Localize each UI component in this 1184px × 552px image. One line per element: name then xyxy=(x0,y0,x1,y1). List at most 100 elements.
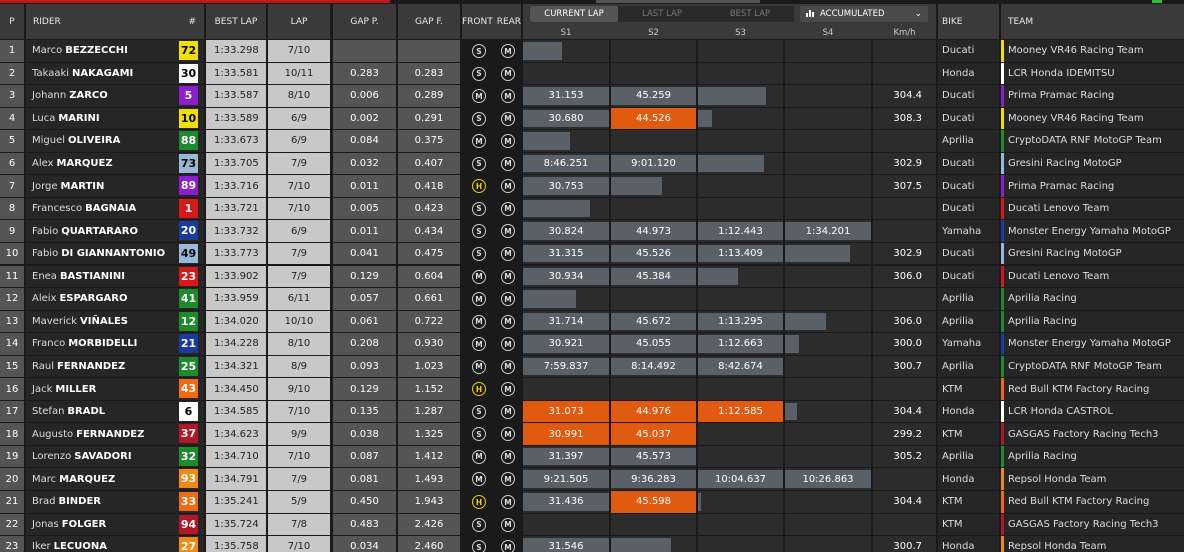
front-tyre-icon: M xyxy=(472,89,486,104)
header-gap-f[interactable]: GAP F. xyxy=(398,4,460,39)
rider-name[interactable]: Augusto FERNANDEZ xyxy=(26,423,204,445)
header-s1[interactable]: S1 xyxy=(523,27,609,39)
sector-s3: 10:04.637 xyxy=(698,468,783,490)
table-row[interactable]: 2TakaakiNAKAGAMIP301:33.58110/110.2830.2… xyxy=(0,62,1184,86)
table-row[interactable]: 18 Augusto FERNANDEZ 37 1:34.623 9/9 0.038 1.32… xyxy=(0,423,1184,446)
rider-name[interactable]: Alex MARQUEZ xyxy=(26,152,204,175)
rider-number: 89 xyxy=(179,176,198,196)
table-row[interactable]: 1 Marco BEZZECCHI 72 1:33.298 7/10 S M Ducati Moo… xyxy=(0,40,1184,63)
table-row[interactable]: 22JonasFOLGERP94 1:35.7247/80.4832.426 SM K… xyxy=(0,513,1184,537)
rider-name[interactable]: Raul FERNANDEZ xyxy=(26,355,204,378)
rider-name[interactable]: Fabio DI GIANNANTONIO xyxy=(26,242,204,265)
sector-s1-time: 30.934 xyxy=(548,270,584,282)
rider-name[interactable]: Brad BINDER xyxy=(26,491,204,513)
table-row[interactable]: 13 Maverick VIÑALES 12 1:34.020 10/10 0.061 0.7… xyxy=(0,310,1184,334)
team-name: Ducati Lenovo Team xyxy=(1008,270,1110,282)
rider-name[interactable]: Lorenzo SAVADORI xyxy=(26,445,204,468)
sector-s4 xyxy=(785,152,871,175)
gap-first: 1.152 xyxy=(398,378,460,400)
table-row[interactable]: 21 Brad BINDER 33 1:35.241 5/9 0.450 1.943 H M 31.… xyxy=(0,491,1184,514)
sector-progress-bar xyxy=(611,177,662,195)
table-row[interactable]: 10 Fabio DI GIANNANTONIO 49 1:33.773 7/9 0.041… xyxy=(0,242,1184,266)
rider-name[interactable]: Franco MORBIDELLI xyxy=(26,333,204,355)
table-row[interactable]: 7 Jorge MARTIN 89 1:33.716 7/10 0.011 0.418 H M 30… xyxy=(0,175,1184,198)
table-row[interactable]: 15 Raul FERNANDEZ 25 1:34.321 8/9 0.093 1.023 M M… xyxy=(0,355,1184,379)
rider-name[interactable]: JackMILLERP xyxy=(26,378,204,400)
sector-s3: 1:13.409 xyxy=(698,242,783,265)
team-name: Ducati Lenovo Team xyxy=(1008,203,1110,215)
header-s3[interactable]: S3 xyxy=(698,27,783,39)
header-kmh[interactable]: Km/h xyxy=(873,27,936,39)
accumulated-select[interactable]: ACCUMULATED ⌄ xyxy=(800,6,928,22)
table-row[interactable]: 23 Iker LECUONA 27 1:35.758 7/10 0.034 2.460 S M 3… xyxy=(0,536,1184,552)
rider-name[interactable]: Johann ZARCO xyxy=(26,85,204,107)
position: 21 xyxy=(0,491,24,513)
rider-name[interactable]: Stefan BRADL xyxy=(26,400,204,423)
rear-tyre-icon: M xyxy=(501,246,515,261)
header-bike[interactable]: BIKE xyxy=(938,4,999,39)
rider-name[interactable]: Marc MARQUEZ xyxy=(26,468,204,490)
table-row[interactable]: 20 Marc MARQUEZ 93 1:34.791 7/9 0.081 1.493 M M 9:… xyxy=(0,468,1184,491)
sector-s1-time: 7:59.837 xyxy=(543,360,589,372)
front-tyre-icon: M xyxy=(472,472,486,487)
rider-name[interactable]: Aleix ESPARGARO xyxy=(26,288,204,310)
front-tyre-icon: H xyxy=(472,382,486,397)
header-s2[interactable]: S2 xyxy=(611,27,696,39)
rider-name[interactable]: Francesco BAGNAIA xyxy=(26,197,204,220)
rider-name[interactable]: TakaakiNAKAGAMIP xyxy=(26,62,204,85)
rider-name[interactable]: Jorge MARTIN xyxy=(26,175,204,197)
table-row[interactable]: 17 Stefan BRADL 6 1:34.585 7/10 0.135 1.287 S M 31… xyxy=(0,400,1184,424)
rider-name[interactable]: Fabio QUARTARARO xyxy=(26,220,204,242)
table-row[interactable]: 4 Luca MARINI 10 1:33.589 6/9 0.002 0.291 S M 30.6… xyxy=(0,107,1184,131)
rider-name[interactable]: Miguel OLIVEIRA xyxy=(26,130,204,152)
table-row[interactable]: 11 Enea BASTIANINI 23 1:33.902 7/9 0.129 0.604 M… xyxy=(0,265,1184,288)
rider-number: 25 xyxy=(179,356,198,376)
rider-name[interactable]: JonasFOLGERP xyxy=(26,513,204,536)
rider-name[interactable]: Enea BASTIANINI xyxy=(26,265,204,287)
header-rider[interactable]: RIDER # xyxy=(26,4,204,39)
rider-first-name: Enea xyxy=(32,270,57,282)
header-lap[interactable]: LAP xyxy=(268,4,330,39)
rider-first-name: Brad xyxy=(32,496,56,508)
sector-s1: 31.153 xyxy=(523,85,609,107)
sector-s3 xyxy=(698,175,783,197)
tab-last-lap[interactable]: LAST LAP xyxy=(618,6,706,22)
header-rider-label: RIDER xyxy=(33,16,61,27)
rider-name[interactable]: Maverick VIÑALES xyxy=(26,310,204,333)
rider-number: 72 xyxy=(179,41,198,60)
table-row[interactable]: 9 Fabio QUARTARARO 20 1:33.732 6/9 0.011 0.434 S… xyxy=(0,220,1184,243)
rider-first-name: Jonas xyxy=(32,518,59,530)
table-row[interactable]: 14 Franco MORBIDELLI 21 1:34.228 8/10 0.208 0.9… xyxy=(0,333,1184,356)
sector-s2: 45.055 xyxy=(611,333,696,355)
lap-count: 7/9 xyxy=(268,242,330,265)
lap-count: 6/9 xyxy=(268,220,330,242)
sector-s1 xyxy=(523,288,609,310)
team-color-stripe xyxy=(1001,468,1004,490)
sector-s4 xyxy=(785,62,871,85)
table-row[interactable]: 19 Lorenzo SAVADORI 32 1:34.710 7/10 0.087 1.41… xyxy=(0,445,1184,469)
header-pos[interactable]: P xyxy=(0,4,24,39)
team-name: Repsol Honda Team xyxy=(1008,541,1107,552)
rider-name[interactable]: Marco BEZZECCHI xyxy=(26,40,204,62)
table-row[interactable]: 12 Aleix ESPARGARO 41 1:33.959 6/11 0.057 0.661… xyxy=(0,288,1184,311)
team: Monster Energy Yamaha MotoGP xyxy=(1001,333,1184,355)
header-team[interactable]: TEAM xyxy=(1001,4,1184,39)
tab-best-lap[interactable]: BEST LAP xyxy=(706,6,794,22)
header-gap-p[interactable]: GAP P. xyxy=(333,4,396,39)
header-s4[interactable]: S4 xyxy=(785,27,871,39)
sector-s1-time: 30.680 xyxy=(548,112,584,124)
table-row[interactable]: 16JackMILLERP43 1:34.4509/100.1291.152 HM K… xyxy=(0,378,1184,401)
rider-number: 93 xyxy=(179,469,198,489)
tab-current-lap[interactable]: CURRENT LAP xyxy=(530,6,618,22)
table-row[interactable]: 3 Johann ZARCO 5 1:33.587 8/10 0.006 0.289 M M 31.… xyxy=(0,85,1184,108)
rider-last-name: NAKAGAMI xyxy=(72,67,134,79)
header-rear: REAR xyxy=(496,16,522,27)
gap-first: 0.930 xyxy=(398,333,460,355)
sector-s3 xyxy=(698,445,783,468)
table-row[interactable]: 6 Alex MARQUEZ 73 1:33.705 7/9 0.032 0.407 S M 8:4… xyxy=(0,152,1184,176)
table-row[interactable]: 8 Francesco BAGNAIA 1 1:33.721 7/10 0.005 0.423… xyxy=(0,197,1184,221)
table-row[interactable]: 5 Miguel OLIVEIRA 88 1:33.673 6/9 0.084 0.375 M M… xyxy=(0,130,1184,153)
rider-name[interactable]: Luca MARINI xyxy=(26,107,204,130)
rider-name[interactable]: Iker LECUONA xyxy=(26,536,204,552)
header-best-lap[interactable]: BEST LAP xyxy=(206,4,266,39)
